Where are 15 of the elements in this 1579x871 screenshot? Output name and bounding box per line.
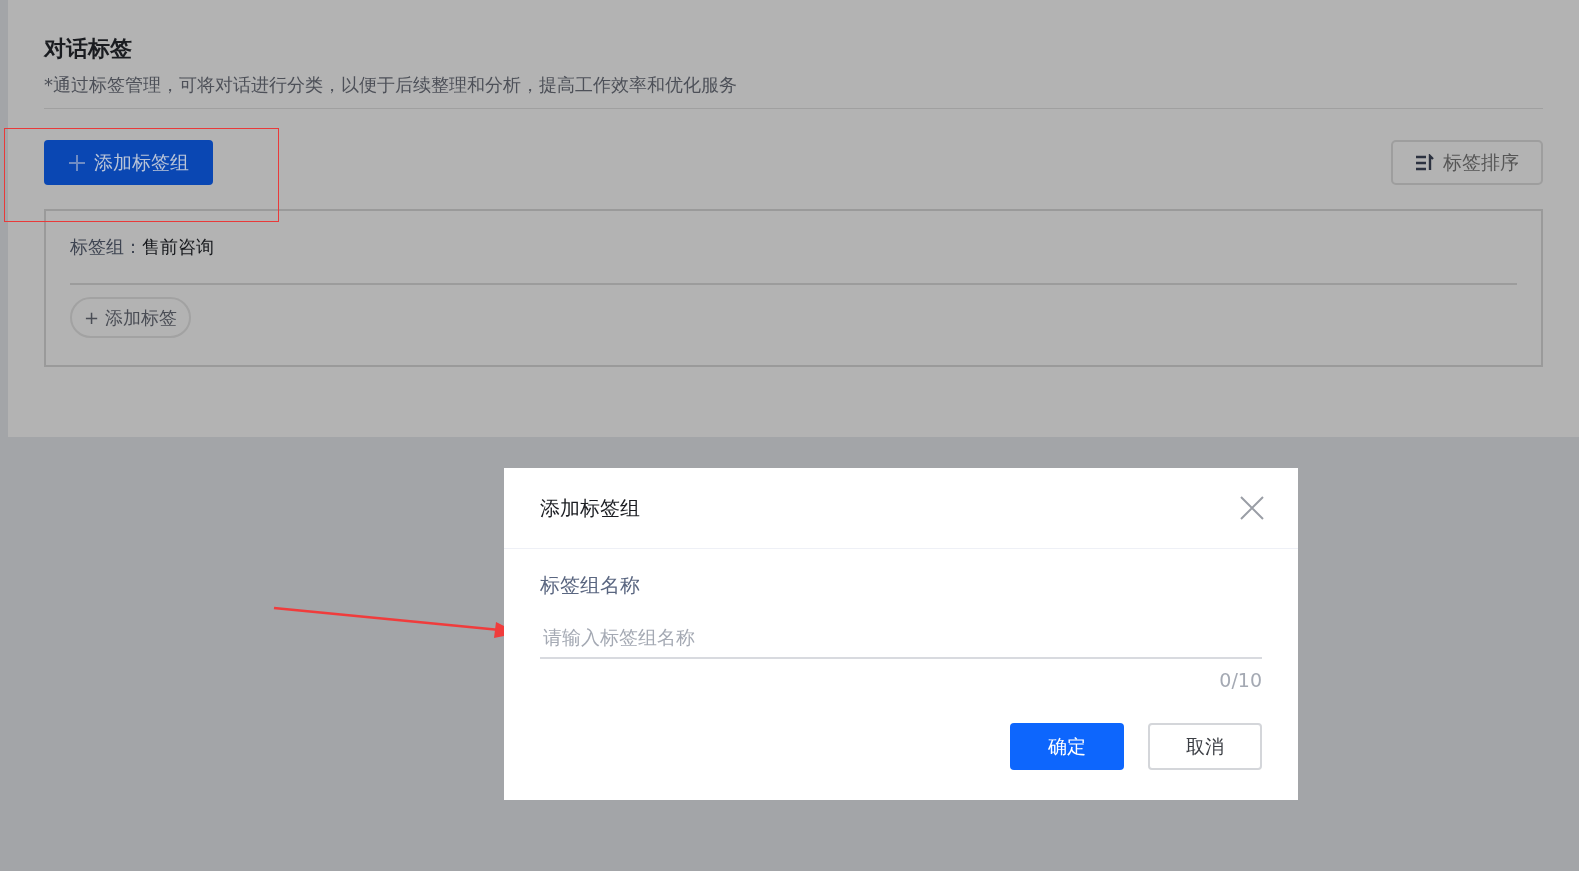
group-label: 标签组： <box>70 235 142 259</box>
dialog-title: 添加标签组 <box>540 494 640 522</box>
field-label: 标签组名称 <box>540 572 641 599</box>
page-description: *通过标签管理，可将对话进行分类，以便于后续整理和分析，提高工作效率和优化服务 <box>44 72 1543 109</box>
group-name: 售前咨询 <box>142 235 214 259</box>
page-title: 对话标签 <box>44 35 133 63</box>
add-group-button[interactable]: 添加标签组 <box>44 140 213 185</box>
cancel-button[interactable]: 取消 <box>1148 723 1262 770</box>
confirm-button[interactable]: 确定 <box>1010 723 1124 770</box>
sort-icon <box>1415 153 1435 172</box>
add-tag-button[interactable]: + 添加标签 <box>70 297 191 338</box>
char-counter: 0/10 <box>1218 669 1262 691</box>
plus-icon <box>68 153 86 172</box>
close-icon[interactable] <box>1240 496 1264 520</box>
sort-button[interactable]: 标签排序 <box>1391 140 1543 185</box>
